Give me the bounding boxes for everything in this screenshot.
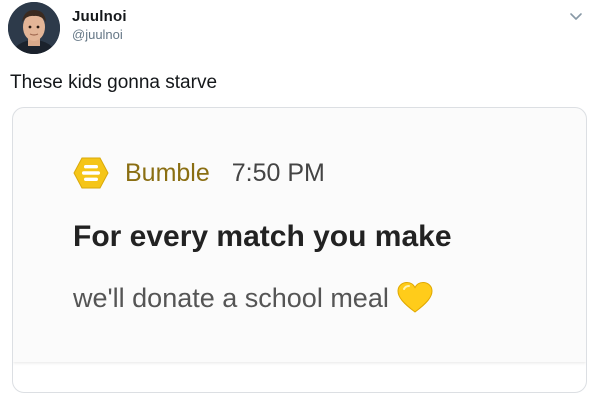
notification-time: 7:50 PM (231, 158, 325, 187)
tweet: Juulnoi @juulnoi These kids gonna starve… (0, 0, 600, 407)
notification-body-text: we'll donate a school meal (73, 282, 389, 313)
tweet-image-card[interactable]: Bumble 7:50 PM For every match you make … (12, 107, 587, 393)
tweet-text: These kids gonna starve (10, 72, 218, 93)
author-handle[interactable]: @juulnoi (72, 27, 123, 42)
notification-title: For every match you make (73, 220, 452, 253)
yellow-heart-icon (397, 281, 433, 313)
avatar[interactable] (8, 2, 60, 54)
chevron-down-icon[interactable] (568, 8, 584, 24)
app-name: Bumble (125, 158, 210, 187)
notification-body: we'll donate a school meal (73, 281, 433, 315)
bumble-logo-icon (73, 157, 109, 189)
notification-header: Bumble 7:50 PM (73, 155, 325, 191)
author-name[interactable]: Juulnoi (72, 8, 127, 25)
notification-screenshot: Bumble 7:50 PM For every match you make … (13, 108, 586, 362)
